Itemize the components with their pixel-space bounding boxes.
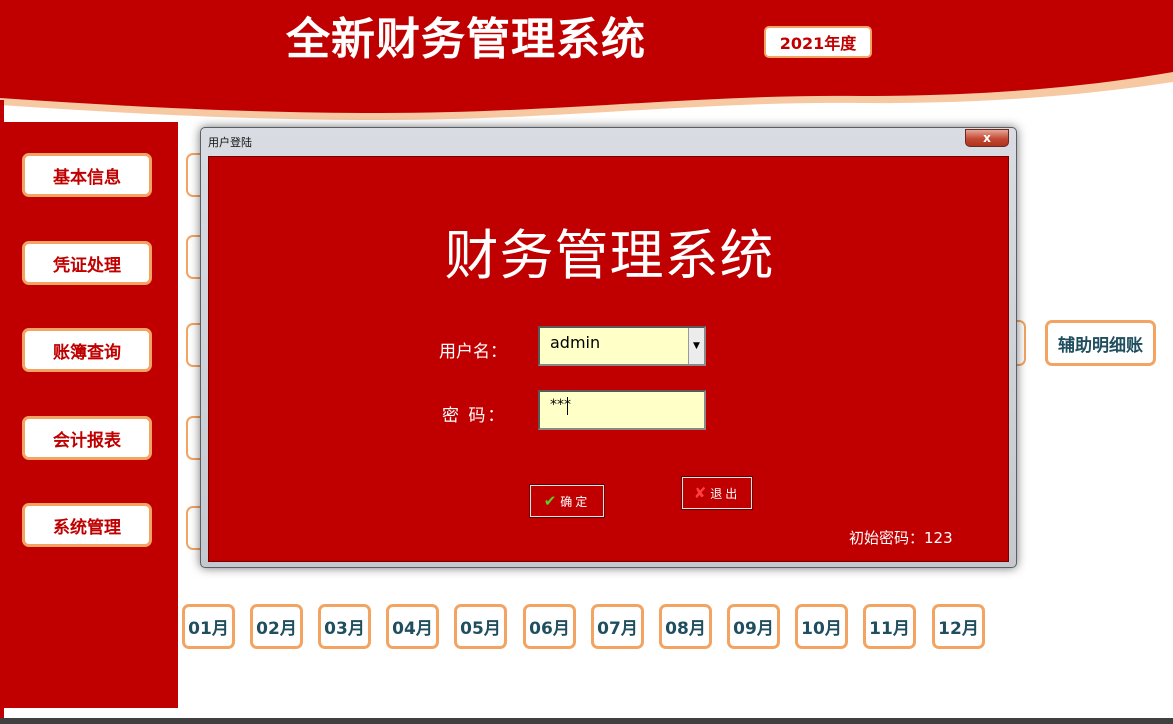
sidebar-item-voucher[interactable]: 凭证处理 [22,241,152,285]
month-button[interactable]: 07月 [591,604,644,649]
month-button[interactable]: 08月 [659,604,712,649]
month-button[interactable]: 09月 [727,604,780,649]
x-icon: ✘ [693,484,707,502]
password-field[interactable]: *** [538,390,706,430]
initial-password-hint: 初始密码：123 [849,529,953,547]
text-caret [567,397,568,415]
ok-button-label: 确定 [560,494,591,509]
password-label: 密 码： [442,406,507,426]
sidebar-item-basic-info[interactable]: 基本信息 [22,153,152,197]
month-button[interactable]: 11月 [863,604,916,649]
month-bar: 01月 02月 03月 04月 05月 06月 07月 08月 09月 10月 … [182,604,1002,650]
ok-button[interactable]: ✔ 确定 [529,484,605,518]
dropdown-arrow-icon[interactable]: ▼ [688,328,704,364]
sidebar-item-ledger-query[interactable]: 账簿查询 [22,328,152,372]
dialog-body: 财务管理系统 用户名： admin ▼ 密 码： *** ✔ 确定 ✘ 退出 初… [208,156,1009,562]
exit-button[interactable]: ✘ 退出 [681,476,753,510]
username-label: 用户名： [439,342,507,362]
username-value[interactable]: admin [550,333,600,352]
login-heading: 财务管理系统 [444,224,775,287]
app-title: 全新财务管理系统 [286,14,646,65]
exit-button-label: 退出 [710,486,741,501]
aux-detail-ledger-button[interactable]: 辅助明细账 [1045,320,1156,366]
month-button[interactable]: 12月 [932,604,985,649]
sidebar-item-system[interactable]: 系统管理 [22,503,152,547]
month-button[interactable]: 03月 [318,604,371,649]
header-banner: 全新财务管理系统 2021年度 [0,0,1173,125]
close-icon[interactable]: x [965,129,1009,147]
month-button[interactable]: 01月 [182,604,235,649]
sidebar: 基本信息 凭证处理 账簿查询 会计报表 系统管理 [4,122,178,708]
username-combobox[interactable]: admin ▼ [538,326,706,366]
login-dialog: 用户登陆 x 财务管理系统 用户名： admin ▼ 密 码： *** ✔ 确定… [200,127,1017,568]
month-button[interactable]: 04月 [386,604,439,649]
month-button[interactable]: 06月 [523,604,576,649]
month-button[interactable]: 05月 [454,604,507,649]
month-button[interactable]: 02月 [250,604,303,649]
month-button[interactable]: 10月 [795,604,848,649]
dialog-title: 用户登陆 [208,136,252,149]
dialog-titlebar[interactable]: 用户登陆 x [201,128,1016,156]
year-badge[interactable]: 2021年度 [764,26,872,58]
sidebar-item-reports[interactable]: 会计报表 [22,416,152,460]
check-icon: ✔ [543,492,557,510]
bottom-strip [0,718,1173,724]
